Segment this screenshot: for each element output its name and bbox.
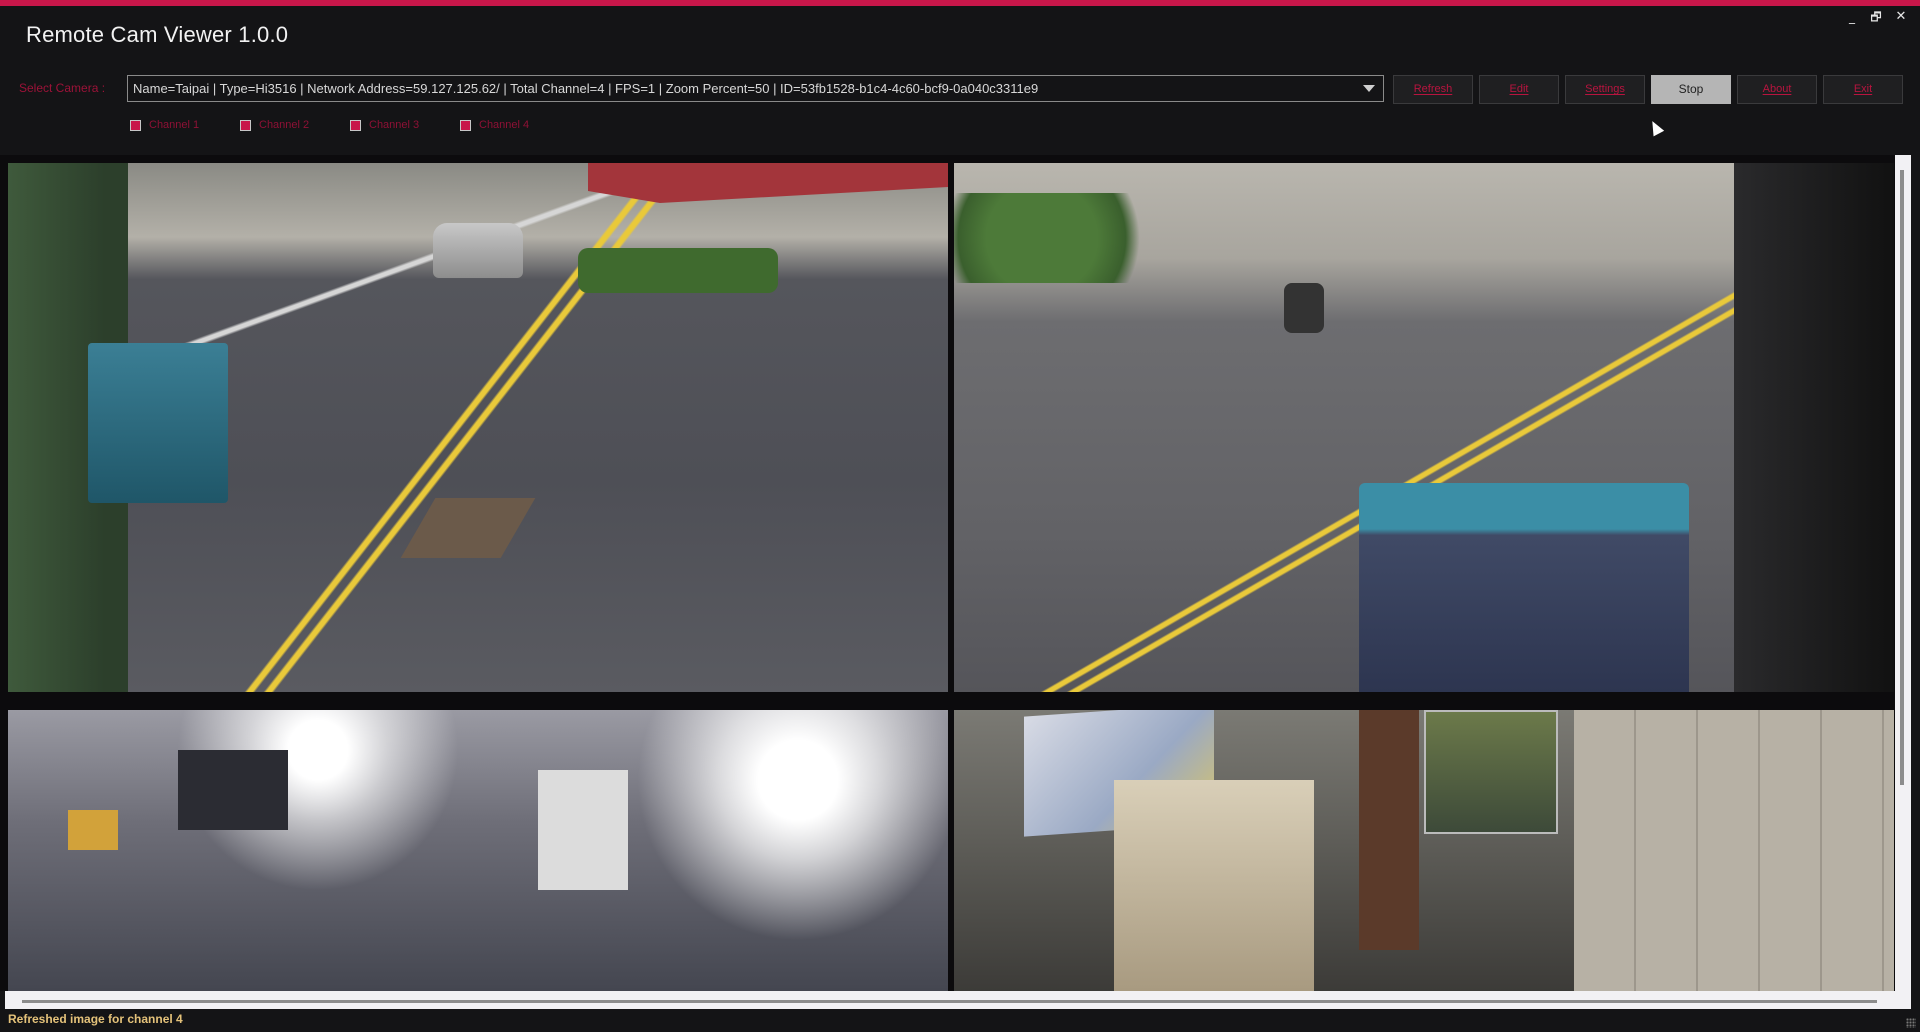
channel-2-label: Channel 2 bbox=[259, 119, 310, 131]
checkbox-checked-icon bbox=[350, 119, 361, 131]
channel-4-label: Channel 4 bbox=[479, 119, 530, 131]
camera-feed-channel-3 bbox=[8, 710, 948, 991]
feed-scene-truck bbox=[1359, 483, 1689, 692]
feed-scene-manhole bbox=[400, 498, 536, 558]
channel-3-label: Channel 3 bbox=[369, 119, 420, 131]
select-camera-label: Select Camera : bbox=[19, 81, 106, 95]
settings-button[interactable]: Settings bbox=[1565, 75, 1645, 104]
feed-scene-roof bbox=[588, 163, 948, 203]
vertical-scrollbar[interactable] bbox=[1895, 155, 1911, 991]
title-accent-bar bbox=[0, 0, 1920, 6]
camera-feed-channel-1 bbox=[8, 163, 948, 692]
feed-scene-motorcycle bbox=[1284, 283, 1324, 333]
camera-select-value: Name=Taipai | Type=Hi3516 | Network Addr… bbox=[133, 81, 1039, 96]
channel-1-checkbox[interactable]: Channel 1 bbox=[130, 118, 199, 132]
restore-button[interactable]: 🗗 bbox=[1865, 8, 1887, 26]
horizontal-scrollbar-thumb[interactable] bbox=[22, 1000, 1877, 1003]
channel-2-checkbox[interactable]: Channel 2 bbox=[240, 118, 309, 132]
camera-feed-viewport bbox=[0, 155, 1895, 991]
minimize-icon: _ bbox=[1849, 10, 1855, 24]
feed-scene-hedge bbox=[578, 248, 778, 293]
channel-3-checkbox[interactable]: Channel 3 bbox=[350, 118, 419, 132]
chevron-down-icon[interactable] bbox=[1363, 85, 1375, 92]
restore-icon: 🗗 bbox=[1870, 10, 1882, 24]
feed-scene-cabinet bbox=[538, 770, 628, 890]
camera-feed-channel-4 bbox=[954, 710, 1894, 991]
checkbox-checked-icon bbox=[130, 119, 141, 131]
app-title: Remote Cam Viewer 1.0.0 bbox=[26, 22, 289, 47]
status-message: Refreshed image for channel 4 bbox=[8, 1012, 183, 1026]
feed-scene-trees bbox=[954, 193, 1174, 283]
about-button[interactable]: About bbox=[1737, 75, 1817, 104]
camera-feed-channel-2 bbox=[954, 163, 1894, 692]
mouse-cursor-icon bbox=[1647, 118, 1665, 137]
feed-scene-door bbox=[1359, 710, 1419, 950]
checkbox-checked-icon bbox=[460, 119, 471, 131]
stop-button[interactable]: Stop bbox=[1651, 75, 1731, 104]
close-icon: ✕ bbox=[1895, 9, 1907, 24]
close-button[interactable]: ✕ bbox=[1890, 8, 1912, 26]
feed-scene-panels bbox=[1574, 710, 1894, 991]
channel-4-checkbox[interactable]: Channel 4 bbox=[460, 118, 529, 132]
scrollbar-corner bbox=[1895, 991, 1911, 1009]
exit-button[interactable]: Exit bbox=[1823, 75, 1903, 104]
channel-1-label: Channel 1 bbox=[149, 119, 200, 131]
refresh-button[interactable]: Refresh bbox=[1393, 75, 1473, 104]
checkbox-checked-icon bbox=[240, 119, 251, 131]
feed-scene-glass bbox=[1424, 710, 1558, 834]
feed-scene-truck bbox=[88, 343, 228, 503]
vertical-scrollbar-thumb[interactable] bbox=[1900, 170, 1904, 785]
edit-button[interactable]: Edit bbox=[1479, 75, 1559, 104]
minimize-button[interactable]: _ bbox=[1841, 8, 1863, 26]
feed-scene-boxes bbox=[1114, 780, 1314, 991]
feed-scene-car bbox=[433, 223, 523, 278]
feed-scene-monitor bbox=[178, 750, 288, 830]
resize-grip-icon[interactable] bbox=[1906, 1018, 1916, 1028]
camera-select-dropdown[interactable]: Name=Taipai | Type=Hi3516 | Network Addr… bbox=[127, 75, 1384, 102]
horizontal-scrollbar[interactable] bbox=[5, 991, 1895, 1009]
feed-scene-shade bbox=[1734, 163, 1894, 692]
feed-scene-crate bbox=[68, 810, 118, 850]
